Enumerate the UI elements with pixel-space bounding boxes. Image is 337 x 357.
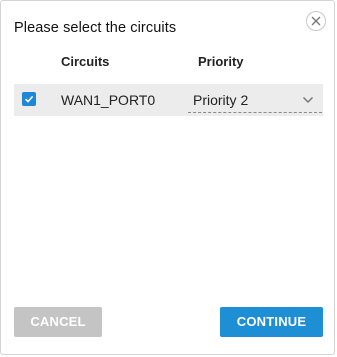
close-icon [311,16,321,26]
circuit-checkbox[interactable] [22,92,36,106]
cancel-button[interactable]: CANCEL [14,307,102,337]
circuit-name: WAN1_PORT0 [61,92,156,108]
continue-button[interactable]: CONTINUE [220,307,323,337]
table-row: WAN1_PORT0 Priority 2 [14,84,323,116]
column-header-circuits: Circuits [61,54,110,69]
dialog-title: Please select the circuits [14,20,177,36]
checkmark-icon [24,95,34,103]
priority-select[interactable]: Priority 2 [188,87,322,113]
circuit-selection-dialog: Please select the circuits Circuits Prio… [0,0,335,355]
priority-select-value: Priority 2 [193,92,249,108]
chevron-down-icon [302,96,314,104]
close-button[interactable] [306,11,326,31]
column-header-priority: Priority [198,54,244,69]
